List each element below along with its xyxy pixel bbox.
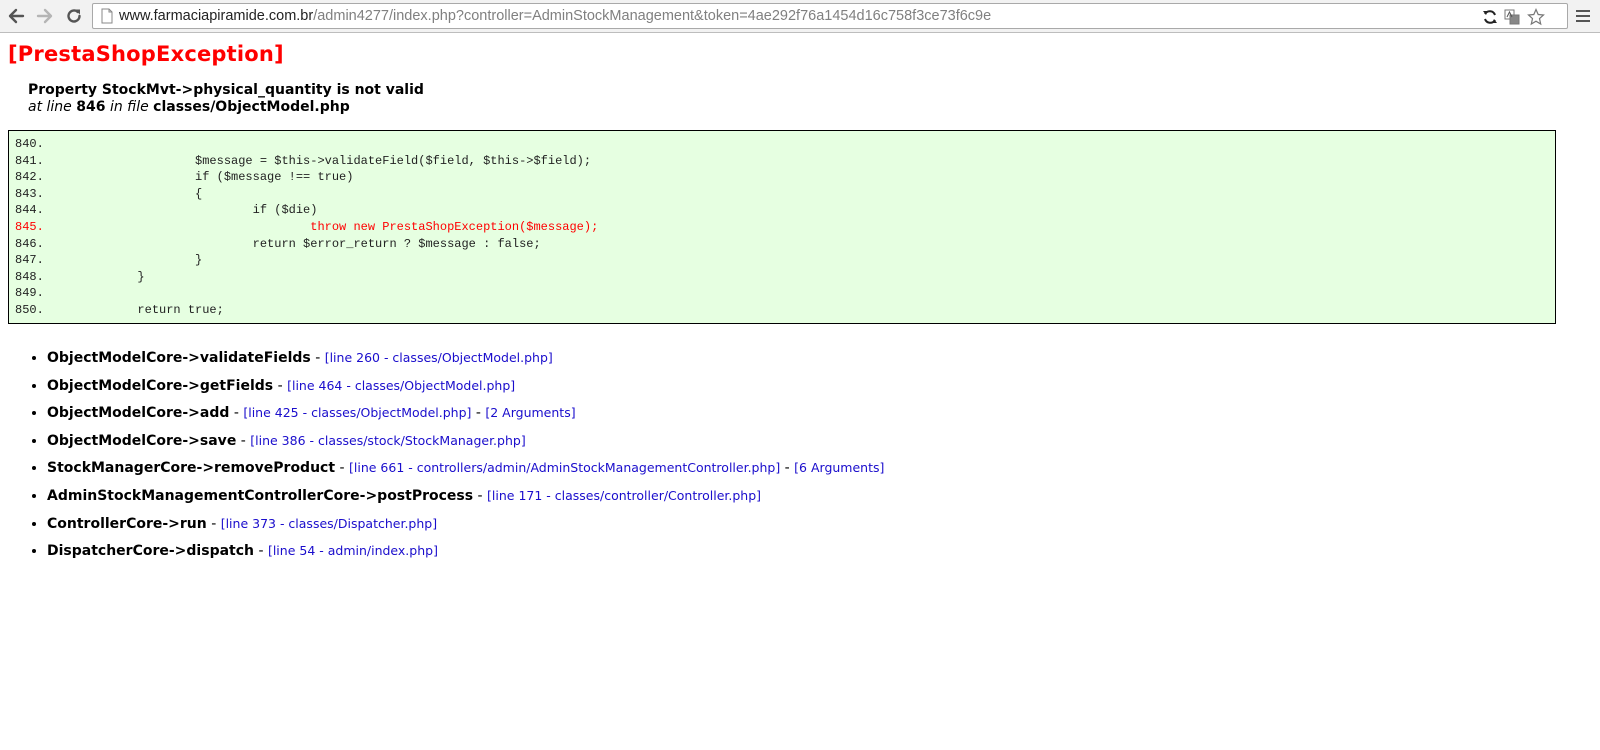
code-line-text: return $error_return ? $message : false;: [51, 236, 541, 251]
code-line-error: 845. throw new PrestaShopException($mess…: [15, 219, 1555, 236]
code-line-text: throw new PrestaShopException($message);: [51, 219, 599, 234]
address-bar[interactable]: www.farmaciapiramide.com.br/admin4277/in…: [92, 3, 1568, 29]
hamburger-menu-icon[interactable]: [1574, 7, 1592, 25]
stack-trace-item: ControllerCore->run - [line 373 - classe…: [47, 515, 884, 533]
code-line-text: {: [51, 186, 203, 201]
code-line-text: return true;: [51, 302, 224, 317]
at-line-label: at line: [28, 99, 72, 115]
code-line-number: 843.: [15, 186, 44, 201]
code-line-number: 847.: [15, 253, 44, 268]
stack-trace-item: AdminStockManagementControllerCore->post…: [47, 487, 884, 505]
browser-toolbar: www.farmaciapiramide.com.br/admin4277/in…: [0, 0, 1600, 33]
trace-file-link[interactable]: [line 464 - classes/ObjectModel.php]: [287, 378, 515, 393]
code-line-number: 849.: [15, 286, 44, 301]
stack-trace-item: DispatcherCore->dispatch - [line 54 - ad…: [47, 542, 884, 560]
trace-file-link[interactable]: [line 373 - classes/Dispatcher.php]: [221, 516, 437, 531]
trace-function-name: ObjectModelCore->save: [47, 432, 237, 449]
code-line: 841. $message = $this->validateField($fi…: [15, 153, 1555, 170]
stack-trace-item: StockManagerCore->removeProduct - [line …: [47, 459, 884, 477]
code-line-number: 844.: [15, 203, 44, 218]
code-line: 842. if ($message !== true): [15, 169, 1555, 186]
code-line-number: 846.: [15, 236, 44, 251]
translate-icon: [1504, 9, 1520, 25]
code-line-text: if ($die): [51, 203, 318, 218]
stack-trace-item: ObjectModelCore->validateFields - [line …: [47, 349, 884, 367]
exception-message-block: Property StockMvt->physical_quantity is …: [28, 82, 424, 116]
stack-trace-item: ObjectModelCore->save - [line 386 - clas…: [47, 432, 884, 450]
exception-location: at line 846 in file classes/ObjectModel.…: [28, 99, 424, 116]
trace-file-link[interactable]: [line 661 - controllers/admin/AdminStock…: [349, 460, 780, 475]
trace-function-name: AdminStockManagementControllerCore->post…: [47, 487, 474, 504]
reload-button[interactable]: [62, 4, 86, 28]
trace-file-link[interactable]: [line 386 - classes/stock/StockManager.p…: [250, 433, 525, 448]
sync-button[interactable]: [1481, 8, 1499, 26]
reload-icon: [67, 9, 81, 23]
code-line: 849.: [15, 285, 1555, 302]
code-line-number: 850.: [15, 302, 44, 317]
source-code-excerpt: 840. 841. $message = $this->validateField…: [8, 130, 1556, 324]
url-path: /admin4277/index.php?controller=AdminSto…: [313, 8, 992, 24]
code-line: 847. }: [15, 252, 1555, 269]
forward-button[interactable]: [33, 4, 57, 28]
trace-function-name: ObjectModelCore->getFields: [47, 377, 274, 394]
trace-function-name: StockManagerCore->removeProduct: [47, 460, 336, 477]
code-line-text: }: [51, 253, 203, 268]
url-text[interactable]: www.farmaciapiramide.com.br/admin4277/in…: [119, 4, 991, 28]
code-line-number: 842.: [15, 170, 44, 185]
trace-function-name: ObjectModelCore->add: [47, 405, 230, 422]
exception-line-number: 846: [76, 99, 106, 115]
code-line-number: 840.: [15, 137, 44, 151]
star-icon: [1527, 8, 1545, 26]
code-line: 844. if ($die): [15, 202, 1555, 219]
trace-function-name: DispatcherCore->dispatch: [47, 543, 254, 560]
trace-function-name: ControllerCore->run: [47, 515, 207, 532]
exception-file: classes/ObjectModel.php: [153, 99, 350, 115]
exception-message: Property StockMvt->physical_quantity is …: [28, 82, 424, 98]
trace-file-link[interactable]: [line 260 - classes/ObjectModel.php]: [325, 350, 553, 365]
url-host: www.farmaciapiramide.com.br: [119, 8, 314, 24]
bookmark-button[interactable]: [1527, 8, 1545, 26]
code-line: 846. return $error_return ? $message : f…: [15, 236, 1555, 253]
trace-file-link[interactable]: [line 425 - classes/ObjectModel.php]: [243, 405, 471, 420]
code-line-number: 841.: [15, 153, 44, 168]
code-line-number: 848.: [15, 269, 44, 284]
sync-icon: [1483, 10, 1497, 24]
page-icon: [101, 8, 113, 24]
in-file-label: in file: [109, 99, 149, 115]
trace-file-link[interactable]: [line 171 - classes/controller/Controlle…: [487, 488, 761, 503]
code-line: 850. return true;: [15, 302, 1555, 319]
trace-file-link[interactable]: [line 54 - admin/index.php]: [268, 543, 438, 558]
stack-trace-item: ObjectModelCore->add - [line 425 - class…: [47, 404, 884, 422]
translate-button[interactable]: [1503, 8, 1521, 26]
code-line-text: }: [51, 269, 145, 284]
back-button[interactable]: [4, 4, 28, 28]
forward-arrow-icon: [36, 8, 53, 24]
code-line: 840.: [15, 136, 1555, 153]
stack-trace-item: ObjectModelCore->getFields - [line 464 -…: [47, 377, 884, 395]
back-arrow-icon: [8, 8, 25, 24]
code-line-text: if ($message !== true): [51, 170, 354, 185]
exception-title: [PrestaShopException]: [8, 42, 284, 66]
trace-arguments-link[interactable]: [2 Arguments]: [485, 405, 575, 420]
stack-trace-list: ObjectModelCore->validateFields - [line …: [8, 349, 884, 570]
code-line: 843. {: [15, 186, 1555, 203]
trace-arguments-link[interactable]: [6 Arguments]: [794, 460, 884, 475]
code-line-number: 845.: [15, 219, 44, 234]
trace-function-name: ObjectModelCore->validateFields: [47, 350, 311, 366]
code-line-text: $message = $this->validateField($field, …: [51, 153, 592, 168]
code-line: 848. }: [15, 269, 1555, 286]
